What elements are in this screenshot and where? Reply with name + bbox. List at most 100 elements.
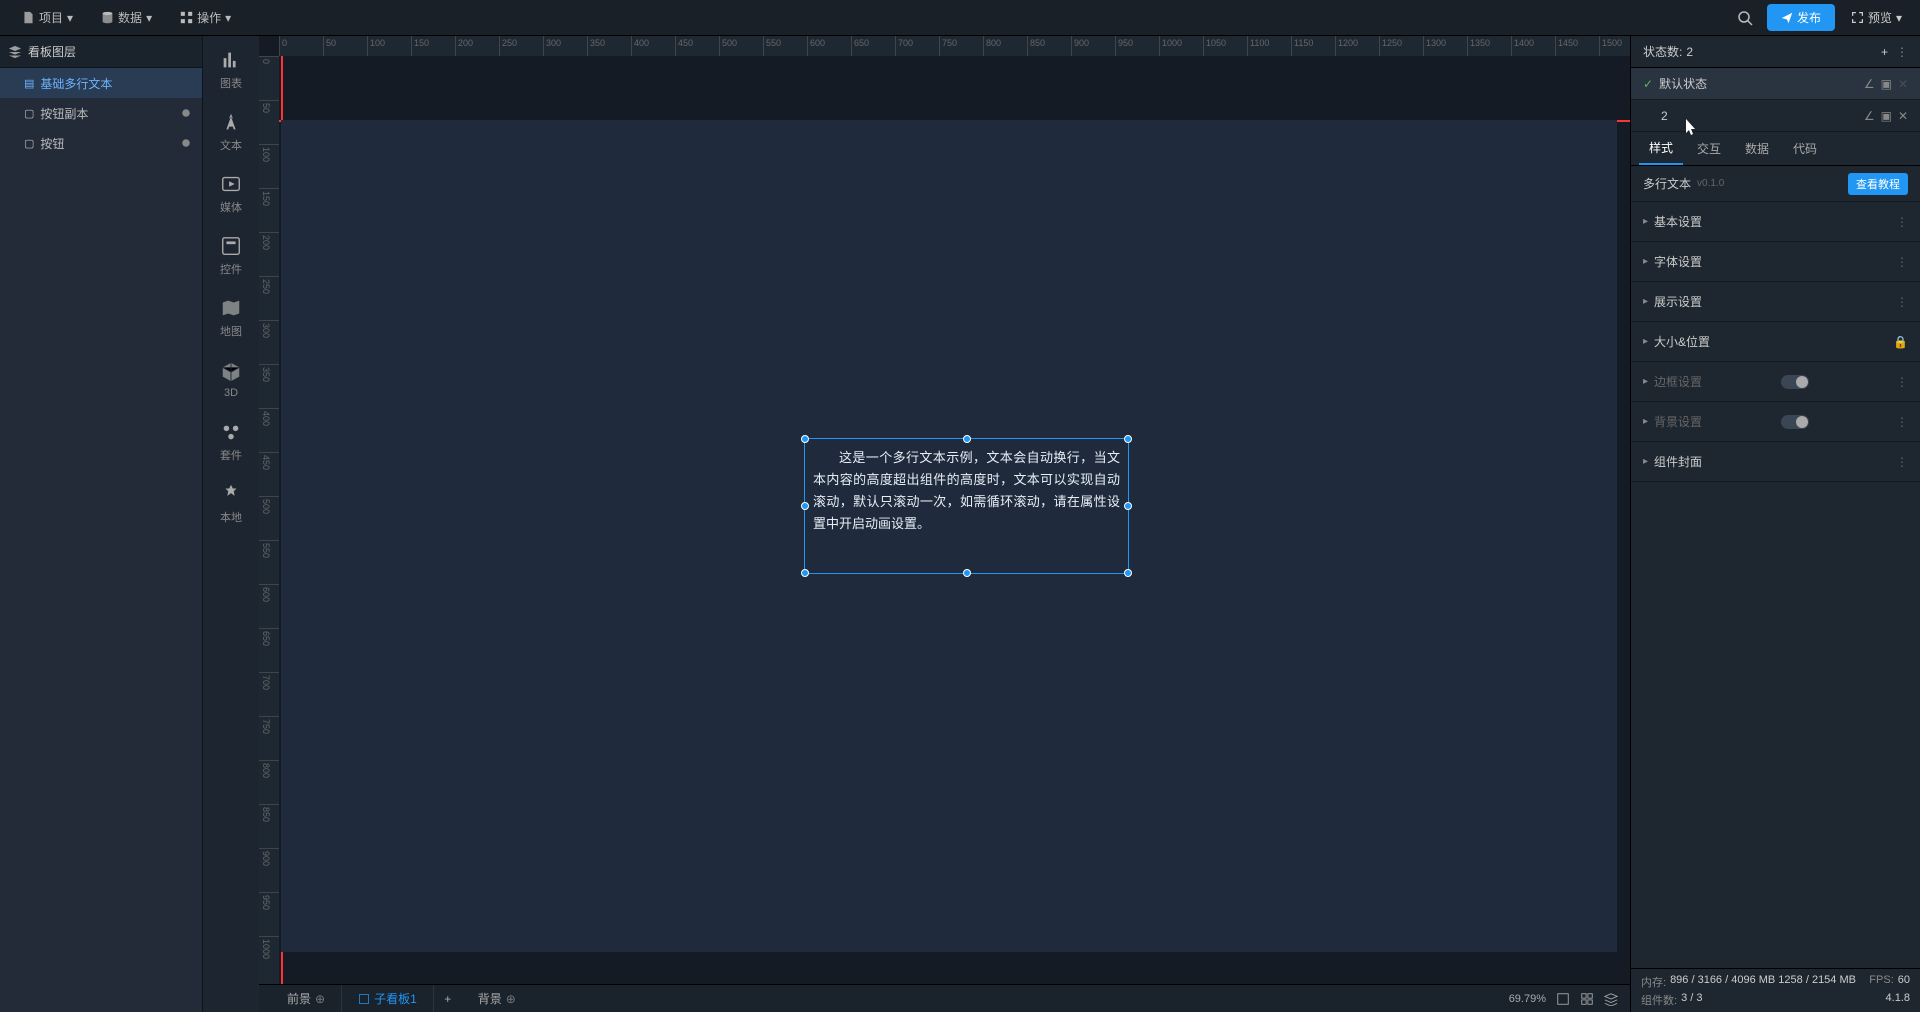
- compbar-local[interactable]: 本地: [207, 476, 255, 532]
- layers-icon: [8, 45, 22, 59]
- close-state-icon[interactable]: ✕: [1898, 109, 1908, 123]
- menu-operate-label: 操作: [197, 9, 221, 26]
- lock-icon[interactable]: 🔒: [1893, 335, 1908, 349]
- compbar-3d[interactable]: 3D: [207, 352, 255, 408]
- prop-section[interactable]: ▸字体设置⋮: [1631, 242, 1920, 282]
- compbar-text[interactable]: 文本: [207, 104, 255, 160]
- ruler-vertical: 0501001502002503003504004505005506006507…: [259, 56, 279, 984]
- resize-handle-tm[interactable]: [963, 435, 971, 443]
- copy-state-icon[interactable]: ▣: [1881, 109, 1892, 123]
- preview-button[interactable]: 预览 ▾: [1841, 4, 1912, 31]
- fps-label: FPS:: [1869, 974, 1893, 990]
- toggle-switch[interactable]: [1781, 415, 1809, 429]
- expand-icon: [1851, 11, 1864, 24]
- layer-type-icon: ▤: [24, 77, 34, 90]
- compbar-media[interactable]: 媒体: [207, 166, 255, 222]
- add-icon[interactable]: ⊕: [506, 992, 516, 1006]
- copy-state-icon[interactable]: ▣: [1881, 77, 1892, 91]
- layer-label: 按钮副本: [40, 105, 88, 122]
- compbar-label: 3D: [224, 387, 238, 399]
- layer-item[interactable]: ▢ 按钮副本: [0, 98, 202, 128]
- state-name: 默认状态: [1659, 75, 1707, 92]
- edit-state-icon[interactable]: ∠: [1864, 77, 1875, 91]
- layer-type-icon: ▢: [24, 107, 34, 120]
- visibility-icon[interactable]: [180, 107, 192, 119]
- fit-screen-icon[interactable]: [1556, 992, 1570, 1006]
- search-button[interactable]: [1729, 2, 1761, 34]
- compbar-suite[interactable]: 套件: [207, 414, 255, 470]
- more-icon[interactable]: ⋮: [1896, 215, 1908, 229]
- resize-handle-ml[interactable]: [801, 502, 809, 510]
- menu-data[interactable]: 数据 ▾: [87, 0, 166, 35]
- menu-operate[interactable]: 操作 ▾: [166, 0, 245, 35]
- layer-item[interactable]: ▤ 基础多行文本: [0, 68, 202, 98]
- toggle-switch[interactable]: [1781, 375, 1809, 389]
- edit-state-icon[interactable]: ∠: [1864, 109, 1875, 123]
- resize-handle-tl[interactable]: [801, 435, 809, 443]
- zoom-bar: 前景 ⊕ 子看板1 + 背景 ⊕ 69.79%: [259, 984, 1630, 1012]
- more-icon[interactable]: ⋮: [1896, 45, 1908, 59]
- publish-label: 发布: [1797, 9, 1821, 26]
- comp-count-value: 3 / 3: [1681, 992, 1702, 1008]
- chevron-down-icon: ▾: [225, 11, 231, 25]
- state-item[interactable]: ✓默认状态 ∠ ▣ ✕: [1631, 68, 1920, 100]
- tab-foreground[interactable]: 前景 ⊕: [271, 985, 342, 1012]
- property-tabs: 样式交互数据代码: [1631, 132, 1920, 166]
- menu-data-label: 数据: [118, 9, 142, 26]
- fps-value: 60: [1898, 974, 1910, 990]
- tutorial-button[interactable]: 查看教程: [1848, 173, 1908, 195]
- stage[interactable]: 这是一个多行文本示例，文本会自动换行，当文本内容的高度超出组件的高度时，文本可以…: [279, 56, 1630, 984]
- add-icon[interactable]: ⊕: [315, 992, 325, 1006]
- app-version: 4.1.8: [1886, 992, 1910, 1008]
- layer-panel: 看板图层 ▤基础多行文本▢按钮副本▢按钮: [0, 36, 203, 1012]
- check-icon: ✓: [1643, 77, 1653, 91]
- more-icon[interactable]: ⋮: [1896, 255, 1908, 269]
- prop-section[interactable]: ▸边框设置⋮: [1631, 362, 1920, 402]
- tab-subpanel[interactable]: 子看板1: [342, 985, 434, 1012]
- layer-label: 按钮: [40, 135, 64, 152]
- resize-handle-bl[interactable]: [801, 569, 809, 577]
- resize-handle-mr[interactable]: [1124, 502, 1132, 510]
- prop-tab-0[interactable]: 样式: [1639, 132, 1683, 165]
- compbar-map[interactable]: 地图: [207, 290, 255, 346]
- tab-background[interactable]: 背景 ⊕: [462, 985, 532, 1012]
- panel-icon: [358, 993, 370, 1005]
- layer-item[interactable]: ▢按钮: [0, 128, 202, 158]
- section-label: 背景设置: [1654, 413, 1702, 430]
- grid-view-icon[interactable]: [1580, 992, 1594, 1006]
- component-name-row: 多行文本 v0.1.0 查看教程: [1631, 166, 1920, 202]
- prop-section[interactable]: ▸大小&位置🔒: [1631, 322, 1920, 362]
- menu-project[interactable]: 项目 ▾: [8, 0, 87, 35]
- state-item[interactable]: 2 ∠ ▣ ✕: [1631, 100, 1920, 132]
- compbar-chart[interactable]: 图表: [207, 42, 255, 98]
- add-panel-button[interactable]: +: [434, 992, 462, 1006]
- multiline-text-widget[interactable]: 这是一个多行文本示例，文本会自动换行，当文本内容的高度超出组件的高度时，文本可以…: [804, 438, 1129, 574]
- more-icon[interactable]: ⋮: [1896, 415, 1908, 429]
- section-label: 边框设置: [1654, 373, 1702, 390]
- layers-toggle-icon[interactable]: [1604, 992, 1618, 1006]
- section-label: 展示设置: [1654, 293, 1702, 310]
- visibility-icon[interactable]: [180, 137, 192, 149]
- chevron-right-icon: ▸: [1643, 336, 1648, 347]
- zoom-value[interactable]: 69.79%: [1509, 993, 1546, 1005]
- state-count-label: 状态数:: [1643, 43, 1682, 60]
- prop-section[interactable]: ▸基本设置⋮: [1631, 202, 1920, 242]
- compbar-label: 文本: [220, 137, 242, 153]
- more-icon[interactable]: ⋮: [1896, 455, 1908, 469]
- publish-button[interactable]: 发布: [1767, 4, 1835, 31]
- prop-section[interactable]: ▸组件封面⋮: [1631, 442, 1920, 482]
- layer-label: 基础多行文本: [40, 75, 112, 92]
- prop-section[interactable]: ▸背景设置⋮: [1631, 402, 1920, 442]
- resize-handle-br[interactable]: [1124, 569, 1132, 577]
- prop-tab-2[interactable]: 数据: [1735, 132, 1779, 165]
- add-state-button[interactable]: +: [1881, 45, 1888, 59]
- resize-handle-bm[interactable]: [963, 569, 971, 577]
- prop-tab-3[interactable]: 代码: [1783, 132, 1827, 165]
- prop-section[interactable]: ▸展示设置⋮: [1631, 282, 1920, 322]
- compbar-ctrl[interactable]: 控件: [207, 228, 255, 284]
- state-header: 状态数: 2 + ⋮: [1631, 36, 1920, 68]
- more-icon[interactable]: ⋮: [1896, 295, 1908, 309]
- resize-handle-tr[interactable]: [1124, 435, 1132, 443]
- prop-tab-1[interactable]: 交互: [1687, 132, 1731, 165]
- more-icon[interactable]: ⋮: [1896, 375, 1908, 389]
